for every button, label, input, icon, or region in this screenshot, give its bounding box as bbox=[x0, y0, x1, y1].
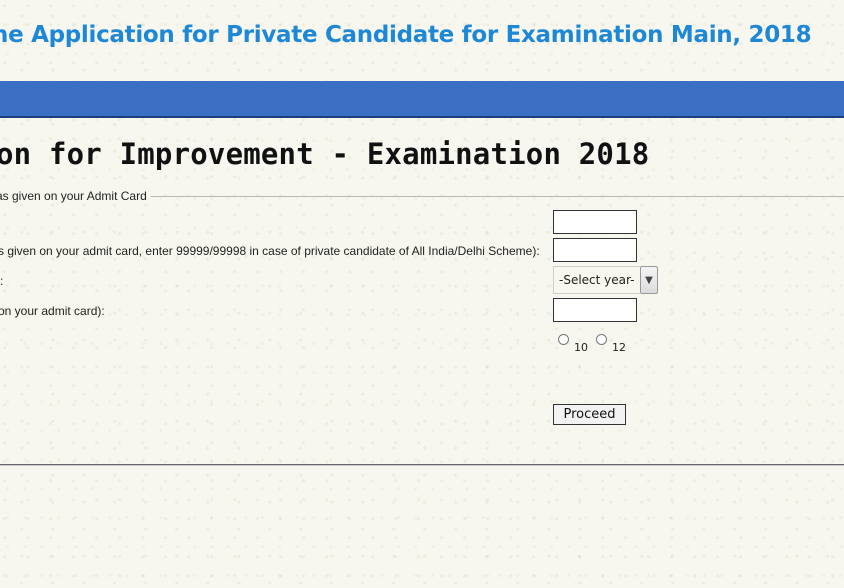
class-12-label: 12 bbox=[612, 341, 626, 354]
roll-number-input[interactable] bbox=[553, 210, 637, 234]
school-number-input[interactable] bbox=[553, 238, 637, 262]
fieldset-legend: as given on your Admit Card bbox=[0, 189, 151, 203]
class-12-radio[interactable] bbox=[596, 334, 607, 345]
year-select[interactable]: -Select year- ▼ bbox=[553, 266, 658, 294]
nav-bar bbox=[0, 81, 844, 118]
year-select-value: -Select year- bbox=[553, 266, 640, 294]
proceed-button[interactable]: Proceed bbox=[553, 404, 626, 425]
form-bottom-divider bbox=[0, 464, 844, 466]
page-title: on for Improvement - Examination 2018 bbox=[0, 137, 650, 171]
chevron-down-icon[interactable]: ▼ bbox=[640, 266, 658, 294]
field-label-2: s given on your admit card, enter 99999/… bbox=[0, 244, 540, 258]
field-label-4: on your admit card): bbox=[0, 304, 105, 318]
app-header-title: ne Application for Private Candidate for… bbox=[0, 22, 812, 48]
class-10-label: 10 bbox=[574, 341, 588, 354]
class-10-radio[interactable] bbox=[558, 334, 569, 345]
field-label-3: : bbox=[0, 274, 4, 288]
centre-number-input[interactable] bbox=[553, 298, 637, 322]
